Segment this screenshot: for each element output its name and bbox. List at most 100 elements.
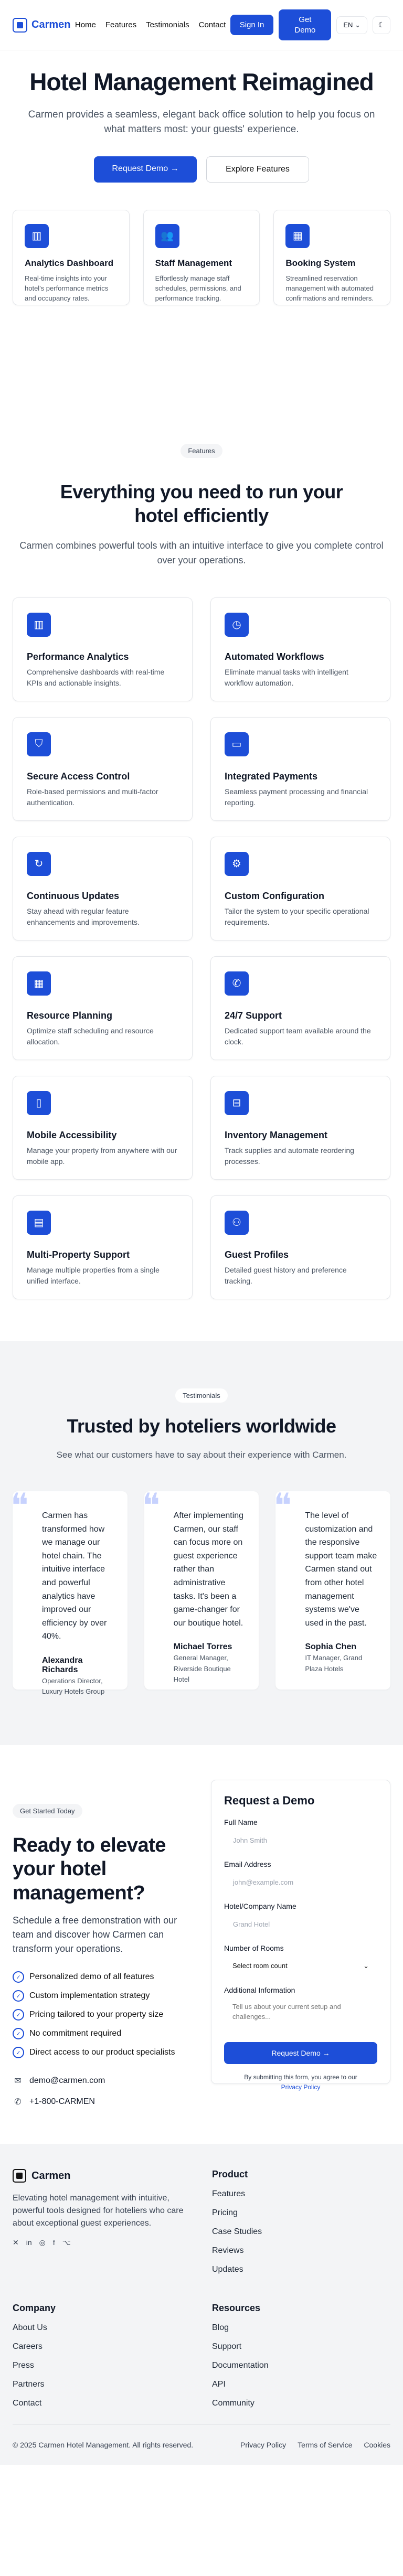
footer-link[interactable]: Updates [212, 2265, 390, 2274]
footer-link[interactable]: Press [13, 2361, 191, 2370]
github-icon[interactable]: ⌥ [62, 2238, 71, 2247]
testimonial-text: Carmen has transformed how we manage our… [42, 1511, 107, 1641]
footer-resources-col: Resources Blog Support Documentation API… [212, 2303, 390, 2408]
nav-testimonials[interactable]: Testimonials [146, 20, 189, 29]
request-demo-button[interactable]: Request Demo → [94, 156, 197, 183]
rooms-select[interactable]: Select room count ⌄ [224, 1957, 377, 1975]
feature-title: Custom Configuration [225, 890, 324, 901]
phone-icon: ✆ [225, 971, 249, 996]
features-pill: Features [181, 443, 222, 458]
feature-card: ▦ Resource Planning Optimize staff schedul… [13, 956, 193, 1060]
feature-card: ⛉ Secure Access Control Role-based permiss… [13, 717, 193, 821]
company-heading: Company [13, 2303, 56, 2314]
hero-card-desc: Real-time insights into your hotel's per… [25, 274, 109, 302]
footer-link[interactable]: Contact [13, 2399, 191, 2408]
sign-in-button[interactable]: Sign In [230, 14, 274, 36]
quote-icon: ❝ [273, 1487, 292, 1526]
hero-card-desc: Streamlined reservation management with … [285, 274, 374, 302]
quote-icon: ❝ [142, 1487, 161, 1526]
get-demo-button[interactable]: Get Demo [279, 9, 332, 40]
footer-link[interactable]: Careers [13, 2342, 191, 2351]
logo-icon [13, 17, 27, 33]
nav-home[interactable]: Home [75, 20, 96, 29]
moon-icon[interactable]: ☾ [372, 16, 390, 34]
benefit-label: Custom implementation strategy [29, 1991, 150, 2001]
feature-card: ▥ Performance Analytics Comprehensive dash… [13, 597, 193, 701]
x-icon[interactable]: ✕ [13, 2238, 19, 2247]
testimonials-title: Trusted by hoteliers worldwide [67, 1415, 336, 1437]
footer-bottom: © 2025 Carmen Hotel Management. All righ… [13, 2424, 390, 2465]
quote-icon: ❝ [10, 1487, 29, 1526]
hero-buttons: Request Demo → Explore Features [21, 156, 382, 183]
request-demo-label: Request Demo [112, 164, 168, 174]
chevron-down-icon: ⌄ [355, 20, 360, 29]
footer-brand-name: Carmen [31, 2169, 71, 2182]
hero-subtitle: Carmen provides a seamless, elegant back… [28, 109, 375, 135]
privacy-link[interactable]: Privacy Policy [281, 2083, 321, 2091]
name-field[interactable]: John Smith [224, 1830, 377, 1850]
footer-link[interactable]: API [212, 2380, 390, 2389]
contact-email[interactable]: ✉ demo@carmen.com [13, 2070, 197, 2091]
footer-link[interactable]: Reviews [212, 2246, 390, 2256]
testimonials-pill: Testimonials [175, 1388, 228, 1403]
footer-link[interactable]: Community [212, 2399, 390, 2408]
mail-icon: ✉ [14, 2077, 22, 2086]
footer-link[interactable]: Case Studies [212, 2227, 390, 2237]
submit-label: Request Demo [271, 2048, 321, 2057]
linkedin-icon[interactable]: in [26, 2238, 32, 2247]
legal-link[interactable]: Privacy Policy [240, 2441, 286, 2449]
feature-card: ✆ 24/7 Support Dedicated support team avai… [210, 956, 390, 1060]
shield-icon: ⛉ [27, 732, 51, 756]
facebook-icon[interactable]: f [53, 2238, 55, 2247]
calendar-icon: ▦ [27, 971, 51, 996]
terms-text: By submitting this form, you agree to ou… [244, 2073, 357, 2081]
footer-link[interactable]: Partners [13, 2380, 191, 2389]
nav-contact[interactable]: Contact [199, 20, 226, 29]
chevron-down-icon: ⌄ [363, 1961, 369, 1970]
feature-title: Mobile Accessibility [27, 1129, 117, 1140]
chart-icon: ▥ [25, 223, 49, 248]
feature-card: ▭ Integrated Payments Seamless payment pro… [210, 717, 390, 821]
hero-card-title: Staff Management [155, 258, 232, 268]
feature-title: Resource Planning [27, 1010, 113, 1021]
language-selector[interactable]: EN ⌄ [336, 16, 367, 34]
legal-link[interactable]: Cookies [364, 2441, 390, 2449]
brand[interactable]: Carmen [13, 17, 70, 33]
feature-card: ↻ Continuous Updates Stay ahead with regul… [13, 836, 193, 940]
instagram-icon[interactable]: ◎ [39, 2238, 46, 2247]
cta-title: Ready to elevate your hotel management? [13, 1834, 166, 1904]
calendar-icon: ▦ [285, 223, 310, 248]
email-text: demo@carmen.com [29, 2076, 105, 2086]
footer-link[interactable]: About Us [13, 2323, 191, 2333]
feature-title: Secure Access Control [27, 771, 130, 782]
hotel-field[interactable]: Grand Hotel [224, 1914, 377, 1933]
legal-link[interactable]: Terms of Service [298, 2441, 352, 2449]
testimonial-card: ❝ After implementing Carmen, our staff c… [142, 1487, 259, 1690]
footer-brand[interactable]: Carmen [13, 2169, 191, 2183]
footer-link[interactable]: Support [212, 2342, 390, 2351]
feature-desc: Tailor the system to your specific opera… [225, 906, 369, 926]
testimonial-name: Alexandra Richards [42, 1655, 83, 1674]
feature-desc: Eliminate manual tasks with intelligent … [225, 667, 348, 687]
logo-icon [13, 2169, 26, 2183]
testimonial-text: The level of customization and the respo… [305, 1511, 377, 1628]
feature-desc: Role-based permissions and multi-factor … [27, 787, 158, 807]
testimonial-name: Michael Torres [173, 1642, 232, 1652]
email-field[interactable]: john@example.com [224, 1872, 377, 1891]
feature-card: ⚇ Guest Profiles Detailed guest history an… [210, 1195, 390, 1299]
nav-features[interactable]: Features [105, 20, 136, 29]
footer-link[interactable]: Features [212, 2189, 390, 2199]
footer-link[interactable]: Pricing [212, 2208, 390, 2218]
feature-desc: Manage your property from anywhere with … [27, 1146, 177, 1166]
info-field[interactable] [224, 1997, 377, 2034]
user-plus-icon: ⚇ [225, 1210, 249, 1235]
contact-phone[interactable]: ✆ +1-800-CARMEN [13, 2091, 197, 2112]
legal-links: Privacy Policy Terms of Service Cookies [240, 2441, 390, 2449]
testimonials-subtitle: See what our customers have to say about… [56, 1449, 347, 1460]
footer-link[interactable]: Documentation [212, 2361, 390, 2370]
explore-features-button[interactable]: Explore Features [206, 156, 309, 183]
submit-button[interactable]: Request Demo → [224, 2041, 377, 2064]
footer-link[interactable]: Blog [212, 2323, 390, 2333]
users-icon: 👥 [155, 223, 179, 248]
benefits-list: ✓ Personalized demo of all features ✓ Cust… [13, 1968, 197, 2062]
